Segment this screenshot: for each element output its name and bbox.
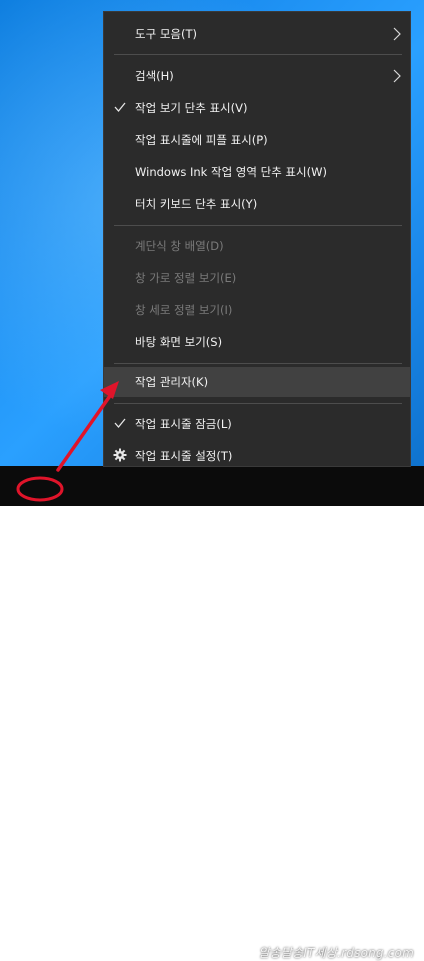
watermark-text: 알송달송IT세상.rdsong.com [258,946,414,960]
menu-item-taskbar-settings[interactable]: 작업 표시줄 설정(T) [104,441,410,471]
menu-item-stack-windows: 창 가로 정렬 보기(E) [104,263,410,293]
menu-item-label: Windows Ink 작업 영역 단추 표시(W) [135,165,327,179]
menu-item-task-manager[interactable]: 작업 관리자(K) [104,367,410,397]
taskbar-context-menu: 도구 모음(T) 검색(H) 작업 보기 단추 표시(V) 작업 표시줄에 피플… [103,11,411,467]
chevron-right-icon [393,27,401,41]
menu-separator [114,225,402,226]
menu-item-label: 터치 키보드 단추 표시(Y) [135,197,258,211]
menu-item-show-touch-keyboard[interactable]: 터치 키보드 단추 표시(Y) [104,189,410,219]
menu-item-show-windows-ink[interactable]: Windows Ink 작업 영역 단추 표시(W) [104,157,410,187]
menu-separator [114,363,402,364]
menu-item-label: 작업 보기 단추 표시(V) [135,101,248,115]
menu-item-show-people[interactable]: 작업 표시줄에 피플 표시(P) [104,125,410,155]
chevron-right-icon [393,69,401,83]
menu-separator [114,54,402,55]
taskbar[interactable]: 알송달송IT세상.rdsong.com [0,466,424,960]
menu-item-search[interactable]: 검색(H) [104,61,410,91]
menu-item-show-task-view-button[interactable]: 작업 보기 단추 표시(V) [104,93,410,123]
checkmark-icon [114,102,126,113]
menu-item-label: 바탕 화면 보기(S) [135,335,223,349]
gear-icon [113,448,127,462]
menu-item-show-desktop[interactable]: 바탕 화면 보기(S) [104,327,410,357]
menu-item-toolbars[interactable]: 도구 모음(T) [104,19,410,49]
menu-item-label: 작업 표시줄 설정(T) [135,449,233,463]
menu-item-label: 작업 표시줄에 피플 표시(P) [135,133,268,147]
menu-item-label: 검색(H) [135,69,174,83]
checkmark-icon [114,418,126,429]
menu-item-label: 창 세로 정렬 보기(I) [135,303,233,317]
menu-item-label: 계단식 창 배열(D) [135,239,224,253]
menu-item-lock-taskbar[interactable]: 작업 표시줄 잠금(L) [104,409,410,439]
menu-item-label: 작업 관리자(K) [135,375,209,389]
menu-item-label: 창 가로 정렬 보기(E) [135,271,237,285]
menu-item-side-by-side-windows: 창 세로 정렬 보기(I) [104,295,410,325]
menu-item-label: 도구 모음(T) [135,27,197,41]
menu-item-label: 작업 표시줄 잠금(L) [135,417,232,431]
menu-item-cascade-windows: 계단식 창 배열(D) [104,231,410,261]
menu-separator [114,403,402,404]
